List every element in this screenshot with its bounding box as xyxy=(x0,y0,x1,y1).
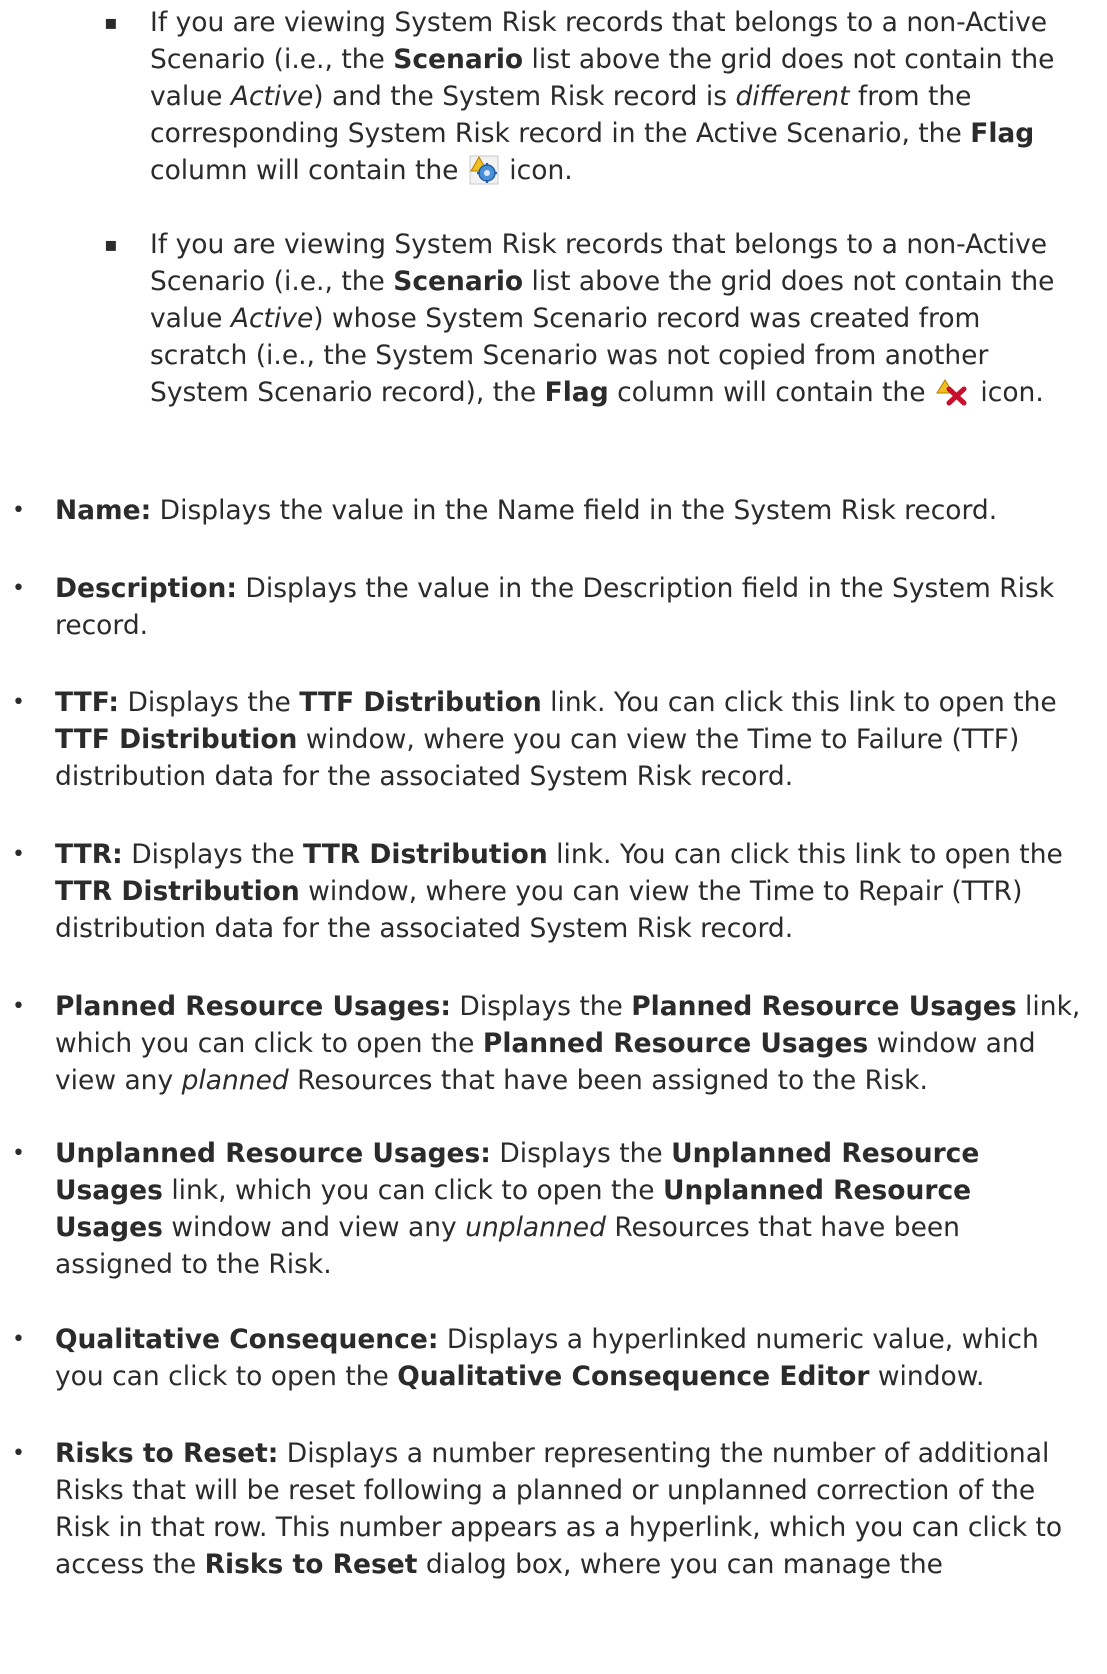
body-text: window and view any xyxy=(162,1212,466,1243)
item-text: Risks to Reset: Displays a number repres… xyxy=(55,1438,1062,1580)
item-text: Unplanned Resource Usages: Displays the … xyxy=(55,1138,979,1280)
item-text: Qualitative Consequence: Displays a hype… xyxy=(55,1324,1039,1392)
sub-list-item-modified-flag: ▪ If you are viewing System Risk records… xyxy=(104,4,1075,195)
square-bullet: ▪ xyxy=(104,10,118,34)
item-text: Name: Displays the value in the Name fie… xyxy=(55,495,997,526)
bullet: • xyxy=(12,576,25,601)
body-text: Resources that have been assigned to the… xyxy=(288,1065,928,1096)
bold-term: TTR: xyxy=(55,839,123,870)
bold-term: Qualitative Consequence Editor xyxy=(397,1361,870,1392)
warning-x-icon xyxy=(936,379,970,417)
italic-term: unplanned xyxy=(465,1212,606,1243)
body-text: link. You can click this link to open th… xyxy=(547,839,1063,870)
bold-term: Risks to Reset xyxy=(204,1549,418,1580)
body-text: link. You can click this link to open th… xyxy=(541,687,1057,718)
list-item-planned-resource-usages: • Planned Resource Usages: Displays the … xyxy=(12,988,1085,1099)
item-text: Planned Resource Usages: Displays the Pl… xyxy=(55,991,1080,1096)
body-text: link, which you can click to open the xyxy=(162,1175,663,1206)
body-text: Displays the xyxy=(450,991,632,1022)
body-text: Displays the xyxy=(122,839,304,870)
bullet: • xyxy=(12,842,25,867)
list-item-qualitative-consequence: • Qualitative Consequence: Displays a hy… xyxy=(12,1321,1085,1395)
square-bullet: ▪ xyxy=(104,232,118,256)
bullet: • xyxy=(12,690,25,715)
bold-term: Qualitative Consequence: xyxy=(55,1324,439,1355)
list-item-description: • Description: Displays the value in the… xyxy=(12,570,1085,644)
bullet: • xyxy=(12,1141,25,1166)
bullet: • xyxy=(12,498,25,523)
bold-term: Planned Resource Usages: xyxy=(55,991,451,1022)
body-text: Displays the value in the Name field in … xyxy=(151,495,998,526)
bold-term: TTR Distribution xyxy=(303,839,548,870)
bold-term: TTF: xyxy=(55,687,120,718)
bullet: • xyxy=(12,994,25,1019)
bold-term: Description: xyxy=(55,573,237,604)
body-text: window. xyxy=(869,1361,985,1392)
list-item-risks-to-reset: • Risks to Reset: Displays a number repr… xyxy=(12,1435,1085,1583)
item-text: TTR: Displays the TTR Distribution link.… xyxy=(55,839,1063,944)
italic-term: planned xyxy=(181,1065,289,1096)
body-text: dialog box, where you can manage the xyxy=(417,1549,943,1580)
gear-warning-icon xyxy=(469,155,499,195)
body-text: Displays the xyxy=(119,687,300,718)
list-item-ttf: • TTF: Displays the TTF Distribution lin… xyxy=(12,684,1085,795)
body-text: Displays the xyxy=(490,1138,672,1169)
item-text: Description: Displays the value in the D… xyxy=(55,573,1054,641)
bullet: • xyxy=(12,1441,25,1466)
list-item-name: • Name: Displays the value in the Name f… xyxy=(12,492,1085,529)
bold-term: Name: xyxy=(55,495,152,526)
bold-term: Unplanned Resource Usages: xyxy=(55,1138,491,1169)
bold-term: TTF Distribution xyxy=(299,687,542,718)
list-item-ttr: • TTR: Displays the TTR Distribution lin… xyxy=(12,836,1085,947)
item-text: TTF: Displays the TTF Distribution link.… xyxy=(55,687,1057,792)
document-page: ▪ If you are viewing System Risk records… xyxy=(0,0,1107,1674)
bold-term: Planned Resource Usages xyxy=(482,1028,869,1059)
bold-term: TTR Distribution xyxy=(55,876,300,907)
bold-term: TTF Distribution xyxy=(55,724,298,755)
bold-term: Risks to Reset: xyxy=(55,1438,279,1469)
bold-term: Planned Resource Usages xyxy=(631,991,1017,1022)
bullet: • xyxy=(12,1327,25,1352)
sub-list-item-new-flag: ▪ If you are viewing System Risk records… xyxy=(104,226,1075,417)
list-item-unplanned-resource-usages: • Unplanned Resource Usages: Displays th… xyxy=(12,1135,1085,1283)
